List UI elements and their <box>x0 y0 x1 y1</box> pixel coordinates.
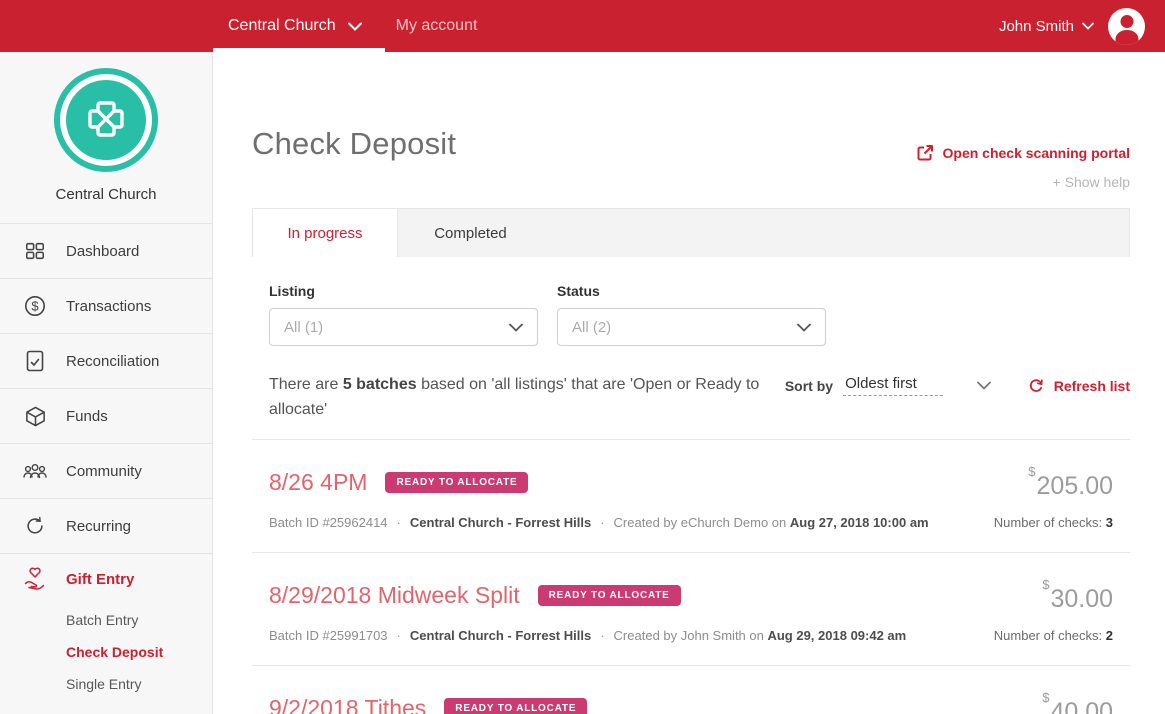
refresh-icon <box>1027 377 1045 395</box>
sort-by-label: Sort by <box>785 378 833 394</box>
batch-amount: $30.00 <box>1042 577 1113 614</box>
batch-listing: Central Church - Forrest Hills <box>410 515 591 530</box>
people-icon <box>22 461 48 481</box>
sidebar-item-label: Gift Entry <box>66 571 134 588</box>
heart-hand-icon <box>22 566 48 592</box>
svg-text:$: $ <box>31 299 39 314</box>
page-title: Check Deposit <box>252 126 456 162</box>
currency-symbol: $ <box>1042 690 1049 705</box>
sidebar-item-label: Dashboard <box>66 243 139 260</box>
chevron-down-icon <box>977 381 991 390</box>
batch-id: Batch ID #25962414 <box>269 515 388 530</box>
sidebar-item-transactions[interactable]: $ Transactions <box>0 279 212 334</box>
sidebar-item-label: Community <box>66 463 142 480</box>
batch-title-link[interactable]: 8/26 4PM <box>269 469 367 496</box>
batch-title-link[interactable]: 8/29/2018 Midweek Split <box>269 582 520 609</box>
top-header-bar: Central Church My account John Smith <box>0 0 1165 52</box>
batch-amount: $205.00 <box>1028 464 1113 501</box>
sidebar-item-funds[interactable]: Funds <box>0 389 212 444</box>
sort-order-select[interactable]: Oldest first <box>843 375 991 396</box>
document-check-icon <box>22 350 48 372</box>
user-name-label: John Smith <box>999 18 1074 35</box>
sidebar-item-reconciliation[interactable]: Reconciliation <box>0 334 212 389</box>
batch-row: 8/29/2018 Midweek Split READY TO ALLOCAT… <box>252 553 1130 665</box>
org-switcher-label: Central Church <box>228 17 336 35</box>
chevron-down-icon <box>797 323 811 332</box>
sidebar-org-label: Central Church <box>0 186 212 203</box>
org-switcher-button[interactable]: Central Church <box>228 17 362 35</box>
show-help-link[interactable]: + Show help <box>1053 174 1130 190</box>
currency-symbol: $ <box>1028 464 1035 479</box>
tab-bar: In progress Completed <box>252 208 1130 257</box>
active-org-underline <box>213 48 385 52</box>
batch-title-link[interactable]: 9/2/2018 Tithes <box>269 695 426 714</box>
org-logo-cross-icon <box>66 80 146 160</box>
sort-order-value: Oldest first <box>843 375 943 396</box>
batch-listing: Central Church - Forrest Hills <box>410 628 591 643</box>
cube-icon <box>22 405 48 428</box>
tab-completed[interactable]: Completed <box>398 209 543 257</box>
batch-id: Batch ID #25991703 <box>269 628 388 643</box>
sidebar-subitem-check-deposit[interactable]: Check Deposit <box>66 636 212 668</box>
sidebar-item-label: Reconciliation <box>66 353 159 370</box>
batch-created-by: Created by eChurch Demo on Aug 27, 2018 … <box>614 515 929 530</box>
refresh-list-label: Refresh list <box>1054 378 1130 394</box>
open-check-scanning-portal-link[interactable]: Open check scanning portal <box>916 144 1131 162</box>
number-of-checks: Number of checks: 2 <box>994 628 1113 643</box>
status-filter-select[interactable]: All (2) <box>557 308 826 346</box>
batch-count: 5 batches <box>343 376 417 393</box>
status-badge: READY TO ALLOCATE <box>385 472 528 493</box>
sidebar-item-gift-entry[interactable]: Gift Entry <box>0 554 212 604</box>
batch-amount: $40.00 <box>1042 690 1113 714</box>
user-avatar[interactable] <box>1108 8 1145 45</box>
tab-in-progress[interactable]: In progress <box>253 209 398 257</box>
sidebar-subitem-batch-entry[interactable]: Batch Entry <box>66 604 212 636</box>
chevron-down-icon <box>1082 22 1094 30</box>
refresh-list-button[interactable]: Refresh list <box>1027 377 1130 395</box>
listing-filter-label: Listing <box>269 283 538 299</box>
recurring-arrows-icon <box>22 515 48 537</box>
number-of-checks: Number of checks: 3 <box>994 515 1113 530</box>
status-filter-value: All (2) <box>572 319 611 336</box>
batch-created-by: Created by John Smith on Aug 29, 2018 09… <box>614 628 907 643</box>
sidebar-subitem-single-entry[interactable]: Single Entry <box>66 668 212 700</box>
sidebar: Central Church Dashboard $ Transactions <box>0 52 213 714</box>
status-badge: READY TO ALLOCATE <box>538 585 681 606</box>
org-logo[interactable] <box>54 68 158 172</box>
my-account-link[interactable]: My account <box>396 17 478 35</box>
batch-row: 9/2/2018 Tithes READY TO ALLOCATE $40.00… <box>252 666 1130 714</box>
user-menu-button[interactable]: John Smith <box>999 18 1094 35</box>
batch-count-summary: There are 5 batches based on 'all listin… <box>269 372 764 422</box>
portal-link-label: Open check scanning portal <box>943 145 1131 161</box>
sidebar-item-community[interactable]: Community <box>0 444 212 499</box>
status-badge: READY TO ALLOCATE <box>444 698 587 714</box>
currency-symbol: $ <box>1042 577 1049 592</box>
sidebar-item-dashboard[interactable]: Dashboard <box>0 224 212 279</box>
dashboard-grid-icon <box>22 240 48 262</box>
chevron-down-icon <box>348 22 362 31</box>
sidebar-item-recurring[interactable]: Recurring <box>0 499 212 554</box>
sidebar-item-label: Transactions <box>66 298 151 315</box>
listing-filter-value: All (1) <box>284 319 323 336</box>
sidebar-item-label: Recurring <box>66 518 131 535</box>
dollar-circle-icon: $ <box>22 294 48 318</box>
batch-row: 8/26 4PM READY TO ALLOCATE $205.00 Batch… <box>252 440 1130 552</box>
listing-filter-select[interactable]: All (1) <box>269 308 538 346</box>
status-filter-label: Status <box>557 283 826 299</box>
sidebar-item-label: Funds <box>66 408 108 425</box>
chevron-down-icon <box>509 323 523 332</box>
main-content: Check Deposit Open check scanning portal… <box>213 52 1165 714</box>
external-link-icon <box>916 144 934 162</box>
